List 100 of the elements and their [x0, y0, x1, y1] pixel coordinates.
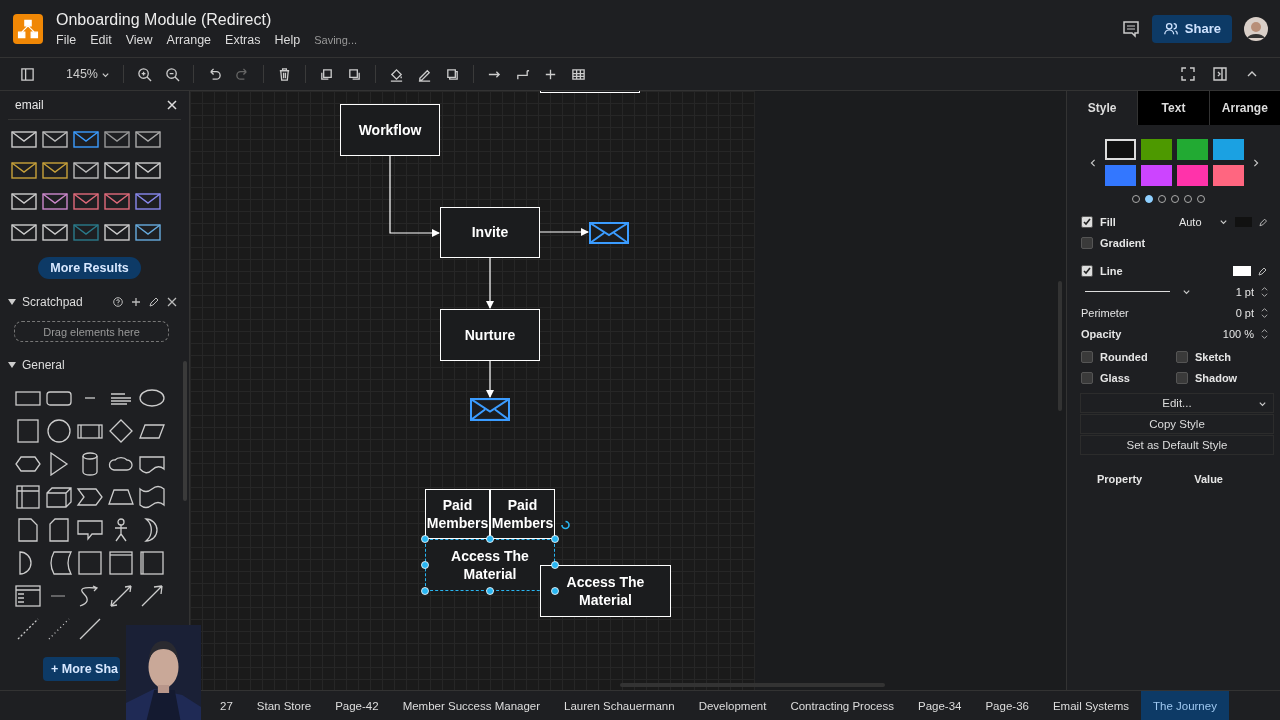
envelope-icon[interactable]: [103, 128, 131, 150]
envelope-icon[interactable]: [134, 221, 162, 243]
envelope-icon[interactable]: [470, 398, 510, 421]
menu-item[interactable]: Extras: [225, 32, 261, 47]
menu-item[interactable]: Arrange: [166, 32, 212, 47]
color-swatch[interactable]: [1141, 165, 1172, 186]
envelope-icon[interactable]: [589, 222, 629, 244]
envelope-icon[interactable]: [72, 190, 100, 212]
table-icon[interactable]: [571, 66, 586, 82]
eyedropper-icon[interactable]: [1258, 216, 1268, 227]
square-icon[interactable]: [76, 551, 104, 575]
fill-dropdown[interactable]: Auto: [1162, 215, 1228, 228]
spinner-icon[interactable]: [1261, 285, 1268, 298]
diagram-node[interactable]: Paid Members: [425, 489, 490, 539]
double-arrow-icon[interactable]: [107, 584, 135, 608]
menu-item[interactable]: Help: [274, 32, 301, 47]
page-tab[interactable]: Page-42: [323, 691, 391, 720]
checkbox[interactable]: [1081, 371, 1093, 384]
document-title[interactable]: Onboarding Module (Redirect): [56, 10, 358, 29]
fullscreen-icon[interactable]: [1180, 66, 1196, 82]
list-icon[interactable]: [14, 584, 42, 608]
checkbox[interactable]: [1081, 215, 1093, 228]
page-tab[interactable]: Page-36: [973, 691, 1041, 720]
to-back-icon[interactable]: [347, 66, 362, 82]
cube-icon[interactable]: [45, 485, 73, 509]
page-tab[interactable]: Stan Store: [244, 691, 324, 720]
menu-item[interactable]: Edit: [90, 32, 112, 47]
style-button[interactable]: Copy Style: [1080, 414, 1274, 434]
opacity-field[interactable]: 100 %: [1222, 327, 1254, 340]
menu-item[interactable]: File: [56, 32, 77, 47]
envelope-icon[interactable]: [10, 190, 38, 212]
tape-icon[interactable]: [138, 485, 166, 509]
search-field[interactable]: email: [8, 91, 181, 120]
ellipse-icon[interactable]: [138, 386, 166, 410]
connector-arrow[interactable]: [486, 360, 494, 398]
more-results-button[interactable]: More Results: [38, 257, 141, 279]
section-title[interactable]: General: [22, 358, 65, 372]
envelope-icon[interactable]: [10, 221, 38, 243]
page-tab[interactable]: Contracting Process: [778, 691, 906, 720]
checkbox[interactable]: [1176, 371, 1188, 384]
page-tab[interactable]: Member Success Manager: [390, 691, 553, 720]
style-button[interactable]: Set as Default Style: [1080, 435, 1274, 455]
close-icon[interactable]: [167, 100, 177, 110]
envelope-icon[interactable]: [134, 159, 162, 181]
square-icon[interactable]: [138, 551, 166, 575]
envelope-icon[interactable]: [72, 159, 100, 181]
color-swatch[interactable]: [1213, 139, 1244, 160]
zoom-in-icon[interactable]: [137, 66, 152, 82]
diagram-node[interactable]: Nurture: [440, 309, 540, 361]
envelope-icon[interactable]: [103, 221, 131, 243]
connector-arrow[interactable]: [486, 257, 494, 309]
perimeter-field[interactable]: 0 pt: [1235, 306, 1254, 319]
color-swatch[interactable]: [1105, 139, 1136, 160]
eyedropper-icon[interactable]: [1258, 265, 1268, 276]
checkbox[interactable]: [1081, 350, 1093, 363]
color-swatch[interactable]: [1213, 165, 1244, 186]
line-width-field[interactable]: 1 pt: [1235, 285, 1254, 298]
color-swatch[interactable]: [1177, 139, 1208, 160]
spinner-icon[interactable]: [1261, 306, 1268, 319]
color-swatch[interactable]: [1141, 139, 1172, 160]
page-dot[interactable]: [1145, 195, 1153, 203]
connector-arrow[interactable]: [539, 228, 589, 236]
zoom-out-icon[interactable]: [165, 66, 180, 82]
diamond-icon[interactable]: [107, 419, 135, 443]
envelope-icon[interactable]: [41, 221, 69, 243]
page-tab[interactable]: Development: [686, 691, 779, 720]
envelope-icon[interactable]: [72, 128, 100, 150]
container-icon[interactable]: [107, 551, 135, 575]
page-tab[interactable]: The Journey: [1141, 691, 1229, 720]
envelope-icon[interactable]: [134, 128, 162, 150]
diagram-node[interactable]: Access The Material: [540, 565, 671, 617]
internal-storage-icon[interactable]: [14, 485, 42, 509]
comment-icon[interactable]: [1121, 19, 1140, 38]
previous-icon[interactable]: [1089, 158, 1097, 167]
zoom-dropdown[interactable]: 145%: [66, 67, 110, 81]
diagram-node[interactable]: Workflow: [340, 104, 440, 156]
share-button[interactable]: Share: [1151, 14, 1232, 43]
circle-icon[interactable]: [45, 419, 73, 443]
sidebar-toggle-icon[interactable]: [20, 66, 35, 82]
envelope-icon[interactable]: [41, 190, 69, 212]
help-icon[interactable]: [113, 297, 123, 307]
page-tab[interactable]: 27: [208, 691, 245, 720]
line-color-picker[interactable]: [1233, 265, 1251, 276]
section-title[interactable]: Scratchpad: [22, 295, 83, 309]
page-tab[interactable]: Email Systems: [1040, 691, 1141, 720]
panel-tab[interactable]: Arrange: [1208, 91, 1280, 125]
envelope-icon[interactable]: [10, 159, 38, 181]
format-panel-icon[interactable]: [1212, 66, 1228, 82]
column-header[interactable]: Value: [1194, 473, 1223, 485]
square-icon[interactable]: [14, 419, 42, 443]
page-tab[interactable]: Lauren Schauermann: [552, 691, 687, 720]
checkbox[interactable]: [1081, 264, 1093, 277]
callout-icon[interactable]: [76, 518, 104, 542]
expand-arrow-icon[interactable]: [8, 361, 16, 369]
avatar[interactable]: [1244, 16, 1268, 41]
menu-item[interactable]: View: [125, 32, 153, 47]
checkbox[interactable]: [1176, 350, 1188, 363]
envelope-icon[interactable]: [103, 159, 131, 181]
step-icon[interactable]: [76, 485, 104, 509]
color-swatch[interactable]: [1177, 165, 1208, 186]
